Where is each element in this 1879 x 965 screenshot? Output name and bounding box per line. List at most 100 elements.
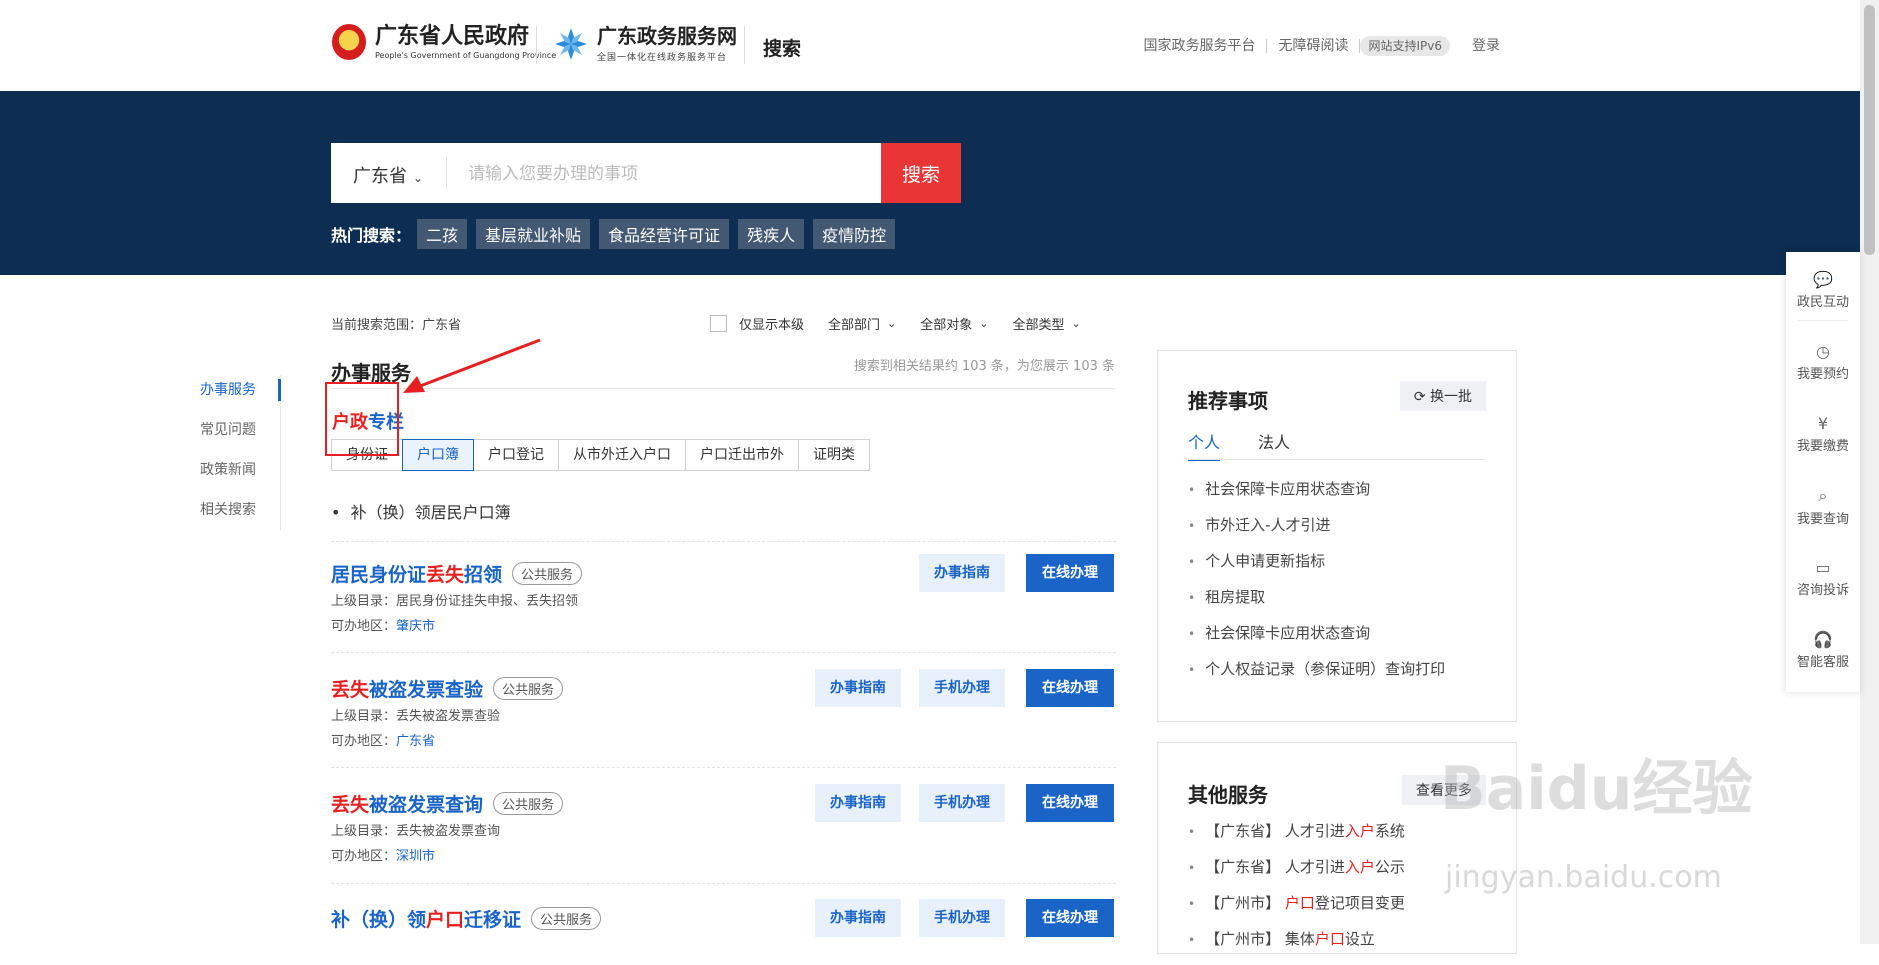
tab-personal[interactable]: 个人 (1188, 429, 1221, 461)
hot-tag[interactable]: 残疾人 (738, 219, 805, 249)
guide-button[interactable]: 办事指南 (919, 554, 1005, 592)
result-title[interactable]: 补（换）领 户口 迁移证 公共服务 (331, 905, 602, 932)
result-title[interactable]: 居民身份证 丢失 招领 公共服务 (331, 560, 583, 587)
list-item[interactable]: 市外迁入-人才引进 (1188, 515, 1445, 551)
float-appointment[interactable]: ◷ 我要预约 (1786, 342, 1860, 382)
chevron-down-icon: ⌄ (413, 171, 424, 185)
tab-move-in[interactable]: 从市外迁入户口 (558, 439, 686, 471)
title-part: 招领 (464, 564, 503, 586)
float-label: 咨询投诉 (1796, 583, 1849, 598)
only-level-checkbox[interactable]: 仅显示本级 (710, 314, 804, 333)
guide-button[interactable]: 办事指南 (815, 784, 901, 822)
hot-tag[interactable]: 疫情防控 (813, 219, 896, 249)
province-select[interactable]: 广东省 ⌄ (353, 162, 423, 188)
item-text: 【广东省】 人才引进 (1205, 858, 1345, 876)
title-part: 被盗发票查验 (369, 679, 484, 701)
dept-filter[interactable]: 全部部门 ⌄ (828, 314, 896, 333)
list-item[interactable]: 【广东省】 人才引进入户系统 (1188, 821, 1405, 857)
list-item[interactable]: 社会保障卡应用状态查询 (1188, 623, 1445, 659)
target-filter[interactable]: 全部对象 ⌄ (920, 314, 988, 333)
region: 可办地区：广东省 (331, 730, 435, 749)
tab-household-register[interactable]: 户口簿 (402, 439, 474, 471)
nav-accessibility[interactable]: 无障碍阅读 (1267, 39, 1361, 53)
result-item: 丢失 被盗发票查询 公共服务 上级目录：丢失被盗发票查询 可办地区：深圳市 办事指南… (331, 784, 1116, 890)
hot-tag[interactable]: 二孩 (417, 219, 468, 249)
recommend-list: 社会保障卡应用状态查询 市外迁入-人才引进 个人申请更新指标 租房提取 社会保障… (1188, 479, 1445, 695)
list-item[interactable]: 【广东省】 人才引进入户公示 (1188, 857, 1405, 893)
tab-certificates[interactable]: 证明类 (798, 439, 870, 471)
float-payment[interactable]: ¥ 我要缴费 (1786, 414, 1860, 454)
float-interaction[interactable]: 💬 政民互动 (1786, 270, 1860, 310)
value: 居民身份证挂失申报、丢失招领 (396, 594, 579, 609)
title-part: 被盗发票查询 (369, 794, 484, 816)
divider (331, 767, 1116, 768)
list-item[interactable]: 社会保障卡应用状态查询 (1188, 479, 1445, 515)
region-link[interactable]: 深圳市 (396, 849, 435, 864)
left-nav-related[interactable]: 相关搜索 (200, 500, 256, 540)
message-icon: ▭ (1815, 558, 1831, 577)
page-scrollbar[interactable] (1860, 0, 1879, 944)
result-count: 搜索到相关结果约 103 条，为您展示 103 条 (853, 359, 1115, 374)
guide-button[interactable]: 办事指南 (815, 899, 901, 937)
guide-button[interactable]: 办事指南 (815, 669, 901, 707)
result-title[interactable]: 丢失 被盗发票查验 公共服务 (331, 675, 564, 702)
search-input[interactable] (466, 157, 870, 191)
title-part: 补（换）领 (331, 909, 427, 931)
left-nav-faq[interactable]: 常见问题 (200, 420, 256, 460)
left-nav-services[interactable]: 办事服务 (200, 380, 256, 420)
float-customer-service[interactable]: 🎧 智能客服 (1786, 630, 1860, 670)
online-button[interactable]: 在线办理 (1026, 669, 1114, 707)
list-item[interactable]: 个人申请更新指标 (1188, 551, 1445, 587)
recommend-tabs: 个人 法人 (1188, 429, 1328, 461)
result-item: 居民身份证 丢失 招领 公共服务 上级目录：居民身份证挂失申报、丢失招领 可办地区：肇… (331, 554, 1116, 660)
mobile-button[interactable]: 手机办理 (919, 784, 1005, 822)
mobile-button[interactable]: 手机办理 (919, 899, 1005, 937)
divider (536, 26, 537, 64)
other-services-list: 【广东省】 人才引进入户系统 【广东省】 人才引进入户公示 【广州市】 户口登记… (1188, 821, 1405, 965)
online-button[interactable]: 在线办理 (1026, 554, 1114, 592)
type-filter[interactable]: 全部类型 ⌄ (1012, 314, 1080, 333)
nav-national-platform[interactable]: 国家政务服务平台 (1132, 39, 1268, 53)
list-item[interactable]: • 补（换）领居民户口簿 (331, 499, 511, 523)
left-nav-policy-news[interactable]: 政策新闻 (200, 460, 256, 500)
value: 丢失被盗发票查验 (396, 709, 501, 724)
result-title[interactable]: 丢失 被盗发票查询 公共服务 (331, 790, 564, 817)
gov-logo[interactable]: 广东省人民政府 People's Government of Guangdong… (332, 24, 556, 60)
site-subtitle: 全国一体化在线政务服务平台 (597, 53, 728, 63)
online-button[interactable]: 在线办理 (1026, 899, 1114, 937)
label: 上级目录： (331, 824, 397, 839)
hot-searches: 热门搜索： 二孩 基层就业补贴 食品经营许可证 残疾人 疫情防控 (331, 219, 904, 249)
top-header: 广东省人民政府 People's Government of Guangdong… (0, 0, 1860, 91)
checkbox-icon (710, 315, 727, 332)
divider (331, 883, 1116, 884)
annotation-box (325, 382, 399, 456)
region-link[interactable]: 广东省 (396, 734, 435, 749)
nav-login[interactable]: 登录 (1461, 39, 1511, 53)
list-item[interactable]: 【广州市】 集体户口设立 (1188, 929, 1405, 965)
tab-move-out[interactable]: 户口迁出市外 (685, 439, 799, 471)
search-button[interactable]: 搜索 (881, 143, 961, 203)
divider (744, 26, 745, 64)
tab-legal-person[interactable]: 法人 (1258, 429, 1290, 461)
online-button[interactable]: 在线办理 (1026, 784, 1114, 822)
mobile-button[interactable]: 手机办理 (919, 669, 1005, 707)
hot-tag[interactable]: 食品经营许可证 (599, 219, 730, 249)
item-highlight: 入户 (1344, 858, 1375, 876)
refresh-button[interactable]: ⟳ 换一批 (1399, 381, 1486, 411)
tab-registration[interactable]: 户口登记 (473, 439, 559, 471)
float-complaint[interactable]: ▭ 咨询投诉 (1786, 558, 1860, 598)
title-highlight: 户口 (426, 909, 465, 931)
title-part: 迁移证 (464, 909, 522, 931)
region-link[interactable]: 肇庆市 (396, 619, 435, 634)
only-level-label: 仅显示本级 (739, 318, 805, 333)
site-logo[interactable]: 广东政务服务网 全国一体化在线政务服务平台 (553, 24, 737, 63)
list-item[interactable]: 个人权益记录（参保证明）查询打印 (1188, 659, 1445, 695)
parent-catalog: 上级目录：居民身份证挂失申报、丢失招领 (331, 590, 578, 609)
hot-tag[interactable]: 基层就业补贴 (476, 219, 591, 249)
list-item[interactable]: 【广州市】 户口登记项目变更 (1188, 893, 1405, 929)
float-query[interactable]: ⌕ 我要查询 (1786, 486, 1860, 527)
site-name: 广东政务服务网 (597, 24, 737, 48)
filter-bar: 仅显示本级 全部部门 ⌄ 全部对象 ⌄ 全部类型 ⌄ (710, 314, 1105, 333)
list-item[interactable]: 租房提取 (1188, 587, 1445, 623)
scrollbar-thumb[interactable] (1864, 5, 1875, 255)
